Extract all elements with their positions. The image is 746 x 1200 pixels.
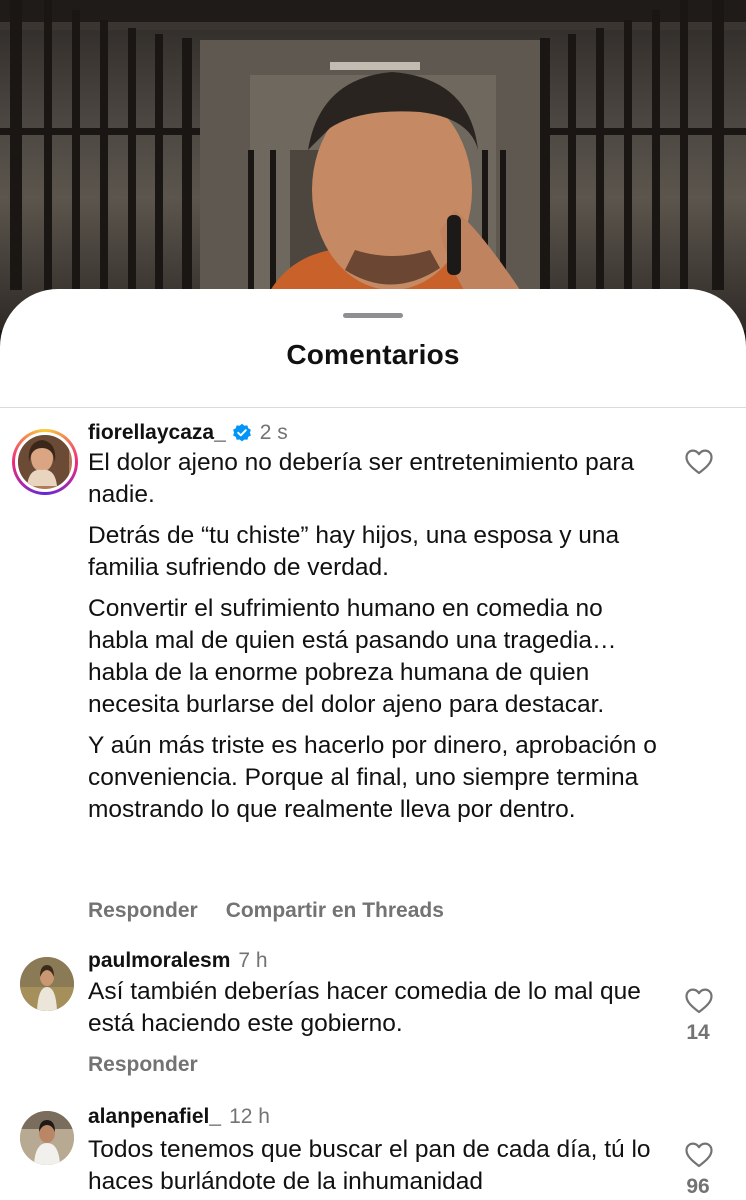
username[interactable]: alanpenafiel_ bbox=[88, 1105, 221, 1129]
comment-text: El dolor ajeno no debería ser entretenim… bbox=[88, 447, 658, 835]
comment-paragraph: Y aún más triste es hacerlo por dinero, … bbox=[88, 732, 657, 823]
comment-paragraph: Detrás de “tu chiste” hay hijos, una esp… bbox=[88, 522, 620, 581]
comment-actions: Responder bbox=[88, 1053, 198, 1077]
avatar[interactable] bbox=[20, 957, 74, 1011]
video-backdrop bbox=[0, 0, 746, 330]
like-button[interactable] bbox=[683, 449, 715, 475]
comment-paragraph: Convertir el sufrimiento humano en comed… bbox=[88, 595, 617, 718]
verified-badge-icon bbox=[232, 423, 252, 443]
reply-button[interactable]: Responder bbox=[88, 1053, 198, 1077]
share-threads-button[interactable]: Compartir en Threads bbox=[226, 899, 444, 923]
header-divider bbox=[0, 407, 746, 408]
comment-timestamp: 12 h bbox=[229, 1105, 270, 1128]
like-button[interactable] bbox=[683, 988, 715, 1014]
like-button[interactable] bbox=[683, 1142, 715, 1168]
username[interactable]: fiorellaycaza_ bbox=[88, 421, 226, 445]
comment-paragraph: Así también deberías hacer comedia de lo… bbox=[88, 978, 641, 1037]
sheet-title: Comentarios bbox=[286, 339, 460, 370]
avatar-image bbox=[20, 957, 74, 1011]
heart-outline-icon bbox=[685, 449, 713, 475]
username[interactable]: paulmoralesm bbox=[88, 949, 230, 973]
comment-header: alanpenafiel_ 12 h bbox=[88, 1105, 270, 1129]
comment-actions: Responder Compartir en Threads bbox=[88, 899, 444, 923]
avatar[interactable] bbox=[20, 1111, 74, 1165]
like-count: 96 bbox=[686, 1175, 710, 1198]
sheet-grabber-handle[interactable] bbox=[343, 313, 403, 318]
comment-header: fiorellaycaza_ 2 s bbox=[88, 421, 288, 445]
comments-sheet: Comentarios fiorellaycaza_ 2 s El dolor … bbox=[0, 289, 746, 1200]
jail-scene-image bbox=[0, 0, 746, 330]
comment-text: Todos tenemos que buscar el pan de cada … bbox=[88, 1134, 658, 1200]
comment-timestamp: 2 s bbox=[259, 421, 288, 444]
heart-outline-icon bbox=[685, 1142, 713, 1168]
comment-paragraph: Todos tenemos que buscar el pan de cada … bbox=[88, 1136, 651, 1195]
comment-paragraph: El dolor ajeno no debería ser entretenim… bbox=[88, 449, 635, 508]
avatar[interactable] bbox=[12, 429, 78, 495]
avatar-image bbox=[20, 1111, 74, 1165]
like-count: 14 bbox=[686, 1021, 710, 1044]
avatar-image bbox=[15, 432, 75, 492]
comment-timestamp: 7 h bbox=[238, 949, 268, 972]
heart-outline-icon bbox=[685, 988, 713, 1014]
comment-header: paulmoralesm 7 h bbox=[88, 949, 268, 973]
reply-button[interactable]: Responder bbox=[88, 899, 198, 923]
comment-text: Así también deberías hacer comedia de lo… bbox=[88, 976, 658, 1049]
